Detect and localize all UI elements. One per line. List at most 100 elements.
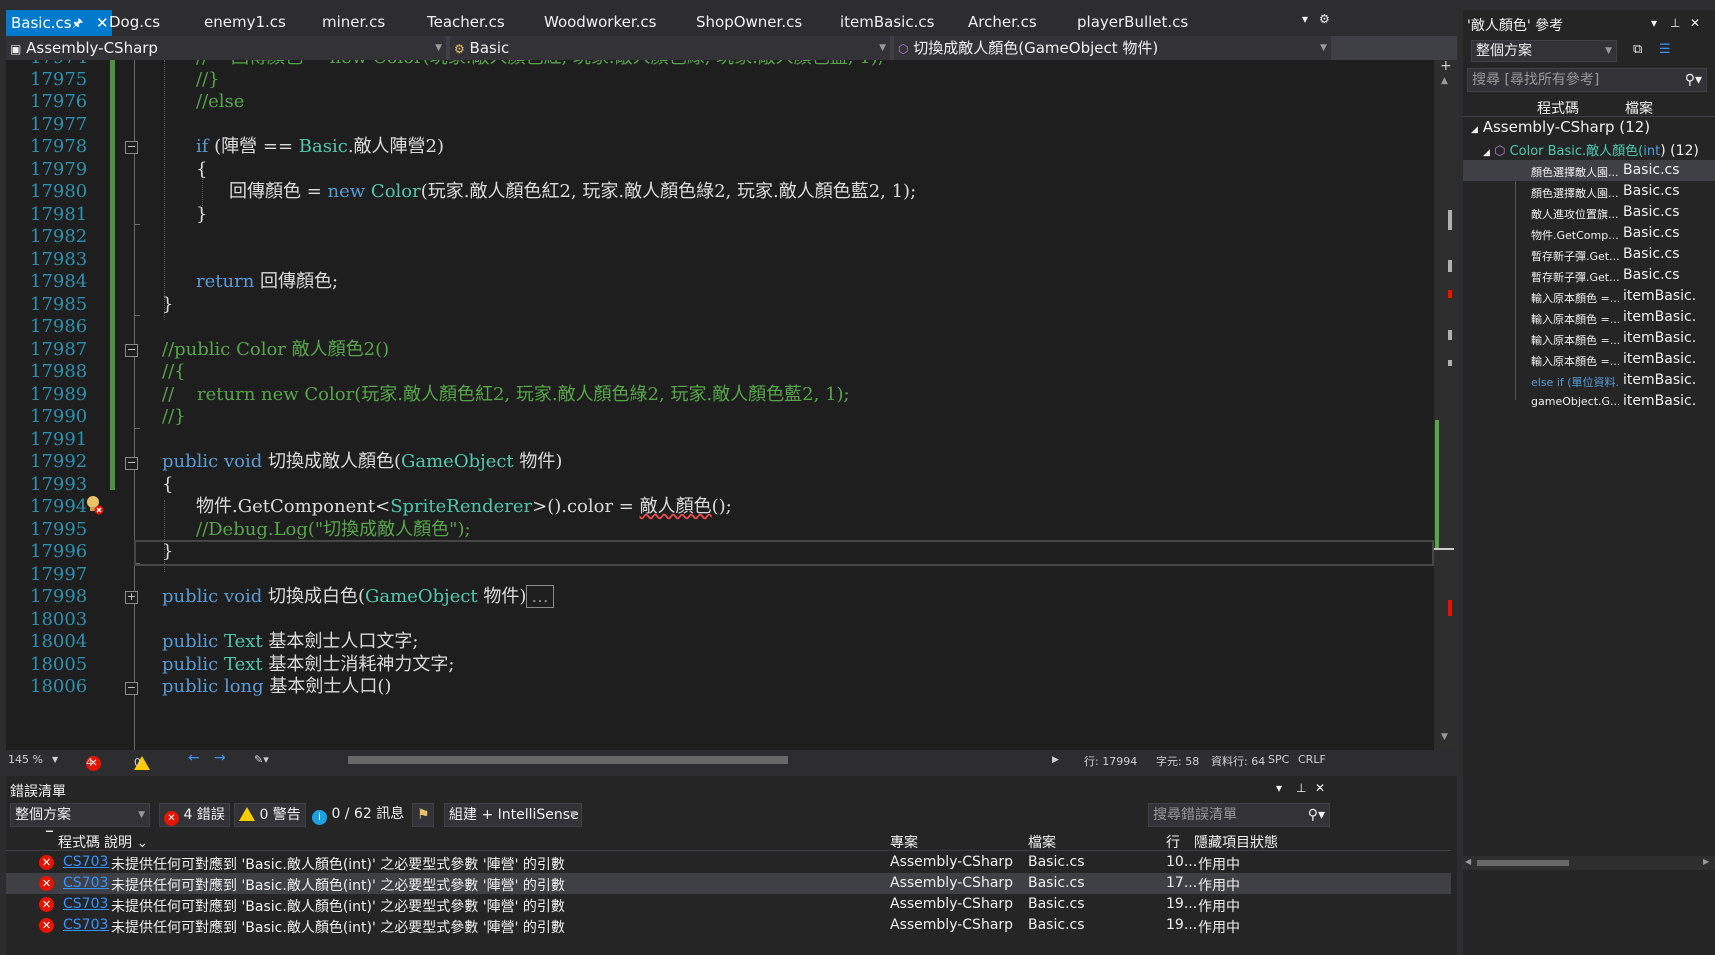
chevron-down-icon[interactable]: ▾ [1651, 16, 1657, 30]
tab-woodworker-cs[interactable]: Woodworker.cs [544, 9, 656, 36]
references-scope-dropdown[interactable]: 整個方案 ▼ [1471, 40, 1617, 62]
group-by-icon[interactable]: ☰ [1659, 42, 1671, 57]
tab-basic-cs[interactable]: Basic.cs 🖈︎ ✕ [6, 10, 112, 36]
scrollbar-thumb[interactable] [1477, 860, 1569, 866]
error-code-link[interactable]: CS7036 [63, 875, 109, 891]
tab-list-dropdown-icon[interactable]: ▾ [1302, 12, 1308, 26]
column-line[interactable]: 行 [1166, 832, 1180, 852]
warnings-filter-button[interactable]: 0 警告 [234, 803, 306, 827]
column-description[interactable]: 說明 ⌄ [104, 832, 148, 852]
reference-item[interactable]: 顏色選擇敵人園... Basic.cs [1463, 181, 1715, 202]
column-file[interactable]: 檔案 [1028, 832, 1056, 852]
line-number: 17985 [30, 294, 88, 315]
collapse-icon[interactable]: − [125, 344, 138, 357]
chevron-down-icon: ▼ [138, 810, 145, 820]
line-number: 17979 [30, 159, 88, 180]
close-icon[interactable]: ✕ [1690, 16, 1700, 30]
collapsed-region[interactable]: ... [526, 585, 554, 608]
scroll-down-icon[interactable]: ▼ [1441, 732, 1448, 742]
column-suppression-state[interactable]: 隱藏項目狀態 [1194, 832, 1278, 852]
error-row[interactable]: ✕ CS7036 未提供任何可對應到 'Basic.敵人顏色(int)' 之必要… [6, 894, 1451, 915]
scroll-marker [1448, 210, 1452, 230]
close-icon[interactable]: ✕ [96, 10, 109, 37]
error-row[interactable]: ✕ CS7036 未提供任何可對應到 'Basic.敵人顏色(int)' 之必要… [6, 852, 1451, 873]
reference-item[interactable]: 輸入原本顏色 =... itemBasic. [1463, 307, 1715, 328]
reference-subgroup[interactable]: ◢ ⬡ Color Basic.敵人顏色(int) (12) [1483, 140, 1699, 159]
line-number: 17991 [30, 429, 88, 450]
error-row[interactable]: ✕ CS7036 未提供任何可對應到 'Basic.敵人顏色(int)' 之必要… [6, 873, 1451, 894]
navigate-back-icon[interactable]: ← [188, 750, 200, 766]
zoom-level[interactable]: 145 % [8, 753, 43, 766]
pin-icon[interactable]: ⊥ [1670, 16, 1680, 30]
reference-group[interactable]: ◢ Assembly-CSharp (12) [1471, 118, 1650, 136]
pin-icon[interactable]: ⊥ [1296, 781, 1306, 795]
references-horizontal-scrollbar[interactable]: ◀ ▶ [1463, 856, 1715, 870]
error-scope-dropdown[interactable]: 整個方案 ▼ [10, 803, 150, 827]
collapse-icon[interactable]: − [125, 141, 138, 154]
reference-item[interactable]: else if (單位資料... itemBasic. [1463, 370, 1715, 391]
reference-item[interactable]: 顏色選擇敵人園... Basic.cs [1463, 160, 1715, 181]
reference-item[interactable]: gameObject.G... itemBasic. [1463, 391, 1715, 412]
copy-icon[interactable]: ⧉ [1633, 42, 1642, 57]
tab-shopowner-cs[interactable]: ShopOwner.cs [696, 9, 802, 36]
change-tracking-bar [110, 60, 115, 490]
collapse-icon[interactable]: − [125, 682, 138, 695]
column-project[interactable]: 專案 [890, 832, 918, 852]
whitespace-mode[interactable]: SPC [1268, 753, 1289, 766]
class-dropdown[interactable]: ⚙ Basic ▼ [450, 36, 890, 60]
error-code-link[interactable]: CS7036 [63, 917, 109, 933]
collapse-icon[interactable]: − [125, 457, 138, 470]
filter-icon[interactable]: ⚑ [412, 803, 434, 827]
chevron-down-icon[interactable]: ▼ [52, 755, 58, 764]
navigate-forward-icon[interactable]: → [214, 750, 226, 766]
error-row[interactable]: ✕ CS7036 未提供任何可對應到 'Basic.敵人顏色(int)' 之必要… [6, 915, 1451, 936]
tab-dog-cs[interactable]: Dog.cs [109, 9, 160, 36]
reference-item[interactable]: 物件.GetComp... Basic.cs [1463, 223, 1715, 244]
error-code-link[interactable]: CS7036 [63, 896, 109, 912]
gear-icon[interactable]: ⚙ [1319, 12, 1330, 26]
tab-itembasic-cs[interactable]: itemBasic.cs [840, 9, 934, 36]
scroll-left-icon[interactable]: ◀ [1465, 857, 1471, 866]
chevron-down-icon: ▼ [435, 43, 442, 53]
chevron-down-icon[interactable]: ▾ [1276, 781, 1282, 795]
scroll-right-icon[interactable]: ▶ [1703, 857, 1709, 866]
line-number: 17975 [30, 69, 88, 90]
pin-icon[interactable]: 🖈︎ [72, 10, 83, 37]
reference-item[interactable]: 敵人進攻位置旗... Basic.cs [1463, 202, 1715, 223]
reference-item[interactable]: 輸入原本顏色 =... itemBasic. [1463, 328, 1715, 349]
line-ending-mode[interactable]: CRLF [1298, 753, 1326, 766]
expand-icon[interactable]: + [125, 591, 138, 604]
column-code[interactable]: 程式碼 [1537, 98, 1579, 118]
scroll-up-icon[interactable]: ▲ [1441, 76, 1448, 86]
brush-icon[interactable]: ✎▾ [254, 753, 269, 766]
error-squiggle[interactable]: 敵人顏色 [640, 496, 712, 517]
vertical-scrollbar[interactable]: + ▲ ▼ [1434, 60, 1457, 750]
tab-miner-cs[interactable]: miner.cs [322, 9, 385, 36]
column-code[interactable]: 程式碼 [58, 832, 100, 852]
error-code-link[interactable]: CS7036 [63, 854, 109, 870]
tab-teacher-cs[interactable]: Teacher.cs [427, 9, 505, 36]
project-dropdown[interactable]: ▣ Assembly-CSharp ▼ [6, 36, 446, 60]
errors-filter-button[interactable]: ✕ 4 錯誤 [159, 803, 230, 827]
scroll-right-icon[interactable]: ▶ [1052, 755, 1059, 765]
member-dropdown[interactable]: ⬡ 切換成敵人顏色(GameObject 物件) ▼ [894, 36, 1331, 60]
references-search-input[interactable]: 搜尋 [尋找所有參考] ⚲▾ [1467, 68, 1707, 92]
method-icon: ⬡ [898, 42, 909, 56]
build-filter-dropdown[interactable]: 組建 + IntelliSense ▼ [444, 803, 582, 827]
lightbulb-error-icon[interactable] [86, 495, 104, 515]
code-editor[interactable]: 1797417975179761797717978179791798017981… [6, 60, 1457, 750]
reference-item[interactable]: 輸入原本顏色 =... itemBasic. [1463, 349, 1715, 370]
tab-enemy1-cs[interactable]: enemy1.cs [204, 9, 286, 36]
close-icon[interactable]: ✕ [1315, 781, 1325, 795]
error-search-input[interactable]: 搜尋錯誤清單 ⚲▾ [1148, 803, 1330, 827]
reference-item[interactable]: 暫存新子彈.Get... Basic.cs [1463, 265, 1715, 286]
horizontal-scrollbar-thumb[interactable] [348, 756, 788, 764]
reference-item[interactable]: 輸入原本顏色 =... itemBasic. [1463, 286, 1715, 307]
column-file[interactable]: 檔案 [1625, 98, 1653, 118]
tab-playerbullet-cs[interactable]: playerBullet.cs [1077, 9, 1188, 36]
add-split-icon[interactable]: + [1440, 60, 1452, 74]
code-line: public Text 基本劍士人口文字; [162, 631, 419, 652]
messages-filter-button[interactable]: i 0 / 62 訊息 [312, 803, 404, 827]
reference-item[interactable]: 暫存新子彈.Get... Basic.cs [1463, 244, 1715, 265]
tab-archer-cs[interactable]: Archer.cs [968, 9, 1037, 36]
